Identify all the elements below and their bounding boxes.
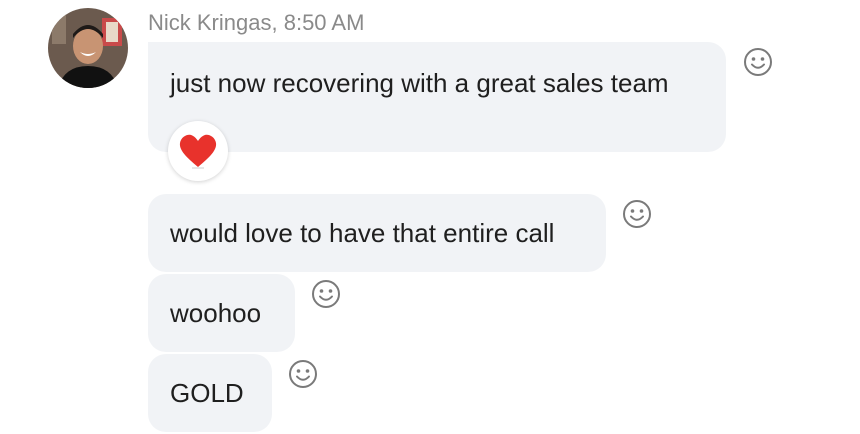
smiley-icon: [623, 200, 651, 228]
message-text: just now recovering with a great sales t…: [170, 68, 669, 98]
message-timestamp: 8:50 AM: [283, 10, 365, 35]
sender-name[interactable]: Nick Kringas: [148, 10, 271, 35]
message-text: would love to have that entire call: [170, 217, 555, 248]
message-text: GOLD: [170, 377, 244, 408]
heart-reaction[interactable]: [168, 121, 228, 181]
sender-avatar[interactable]: [48, 8, 128, 88]
message-header: Nick Kringas, 8:50 AM: [148, 10, 364, 36]
heart-icon: [179, 134, 217, 169]
smiley-icon: [312, 280, 340, 308]
header-separator: ,: [271, 10, 284, 35]
avatar-photo: [48, 8, 128, 88]
message-text: woohoo: [170, 297, 262, 328]
smiley-icon: [289, 360, 317, 388]
add-reaction-button[interactable]: [621, 198, 653, 230]
message-bubble[interactable]: GOLD: [148, 354, 272, 432]
message-bubble[interactable]: would love to have that entire call: [148, 194, 606, 272]
add-reaction-button[interactable]: [310, 278, 342, 310]
message-bubble[interactable]: just now recovering with a great sales t…: [148, 42, 726, 152]
add-reaction-button[interactable]: [287, 358, 319, 390]
add-reaction-button[interactable]: [742, 46, 774, 78]
smiley-icon: [744, 48, 772, 76]
message-bubble[interactable]: woohoo: [148, 274, 295, 352]
